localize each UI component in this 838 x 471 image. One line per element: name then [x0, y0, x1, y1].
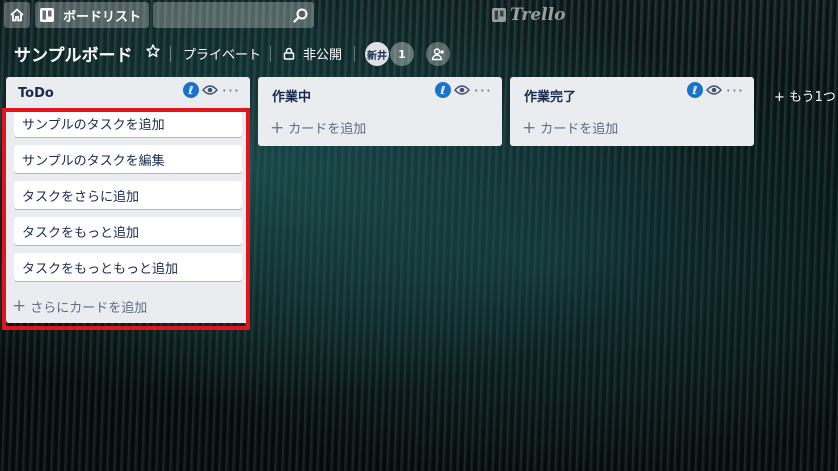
- add-card-button[interactable]: + カードを追加: [258, 109, 502, 146]
- eye-icon[interactable]: [706, 84, 722, 96]
- header-bar: ボードリスト Trello: [0, 0, 838, 30]
- visibility-button[interactable]: 非公開: [283, 44, 342, 63]
- header-divider: [354, 46, 355, 62]
- search-icon: [293, 8, 308, 23]
- list-title[interactable]: ToDo: [18, 86, 54, 101]
- home-icon: [10, 8, 24, 22]
- list-header-icons: ℓ: [183, 82, 218, 98]
- star-icon: [146, 44, 160, 58]
- trello-logo-icon: [492, 8, 506, 22]
- list-menu-icon[interactable]: ···: [474, 81, 492, 100]
- card[interactable]: タスクをもっともっと追加: [14, 253, 242, 281]
- list-menu-icon[interactable]: ···: [222, 81, 240, 100]
- board-icon: [40, 8, 54, 22]
- list-done: 作業完了 ℓ ··· + カードを追加: [510, 77, 754, 146]
- plus-icon: +: [522, 117, 537, 138]
- eye-icon[interactable]: [202, 84, 218, 96]
- add-member-icon: [431, 48, 444, 61]
- list-title[interactable]: 作業完了: [524, 86, 576, 105]
- plus-icon: +: [12, 296, 27, 316]
- add-card-label: カードを追加: [540, 122, 619, 137]
- card[interactable]: タスクをもっと追加: [14, 217, 242, 245]
- team-button[interactable]: プライベート: [183, 44, 261, 63]
- member-count-badge[interactable]: 1: [390, 42, 414, 66]
- list-menu-icon[interactable]: ···: [726, 81, 744, 100]
- card[interactable]: サンプルのタスクを編集: [14, 145, 242, 173]
- add-card-button[interactable]: + カードを追加: [510, 109, 754, 146]
- list-header: ToDo ℓ ···: [6, 77, 250, 109]
- search-input[interactable]: [153, 2, 314, 28]
- add-card-label: カードを追加: [288, 122, 367, 137]
- list-header: 作業中 ℓ ···: [258, 77, 502, 109]
- list-header-icons: ℓ: [435, 82, 470, 98]
- star-button[interactable]: [146, 44, 160, 58]
- trello-logo: Trello: [491, 5, 565, 25]
- lock-icon: [283, 47, 295, 60]
- trello-logo-text: Trello: [510, 5, 566, 25]
- invite-button[interactable]: [426, 42, 450, 66]
- team-label: プライベート: [183, 48, 262, 63]
- card[interactable]: タスクをさらに追加: [14, 181, 242, 209]
- add-list-button[interactable]: + もう1つ: [774, 86, 836, 105]
- header-divider: [270, 46, 271, 62]
- list-title[interactable]: 作業中: [272, 86, 311, 105]
- list-header-icons: ℓ: [687, 82, 722, 98]
- powerup-badge-icon[interactable]: ℓ: [435, 82, 451, 98]
- board-title[interactable]: サンプルボード: [14, 41, 133, 66]
- boards-button-label: ボードリスト: [63, 9, 142, 25]
- add-card-label: さらにカードを追加: [30, 300, 148, 316]
- boards-button[interactable]: ボードリスト: [35, 2, 149, 28]
- card[interactable]: サンプルのタスクを追加: [14, 109, 242, 137]
- list-header: 作業完了 ℓ ···: [510, 77, 754, 109]
- add-card-button[interactable]: + さらにカードを追加: [6, 289, 250, 323]
- header-divider: [170, 46, 171, 62]
- powerup-badge-icon[interactable]: ℓ: [183, 82, 199, 98]
- eye-icon[interactable]: [454, 84, 470, 96]
- board-header: サンプルボード プライベート 非公開 新井 1: [0, 38, 838, 68]
- home-button[interactable]: [4, 2, 30, 28]
- list-todo: ToDo ℓ ··· サンプルのタスクを追加 サンプルのタスクを編集 タスクをさ…: [6, 77, 250, 323]
- list-in-progress: 作業中 ℓ ··· + カードを追加: [258, 77, 502, 146]
- plus-icon: +: [270, 117, 285, 138]
- member-avatar[interactable]: 新井: [365, 42, 389, 66]
- visibility-label: 非公開: [303, 48, 343, 63]
- powerup-badge-icon[interactable]: ℓ: [687, 82, 703, 98]
